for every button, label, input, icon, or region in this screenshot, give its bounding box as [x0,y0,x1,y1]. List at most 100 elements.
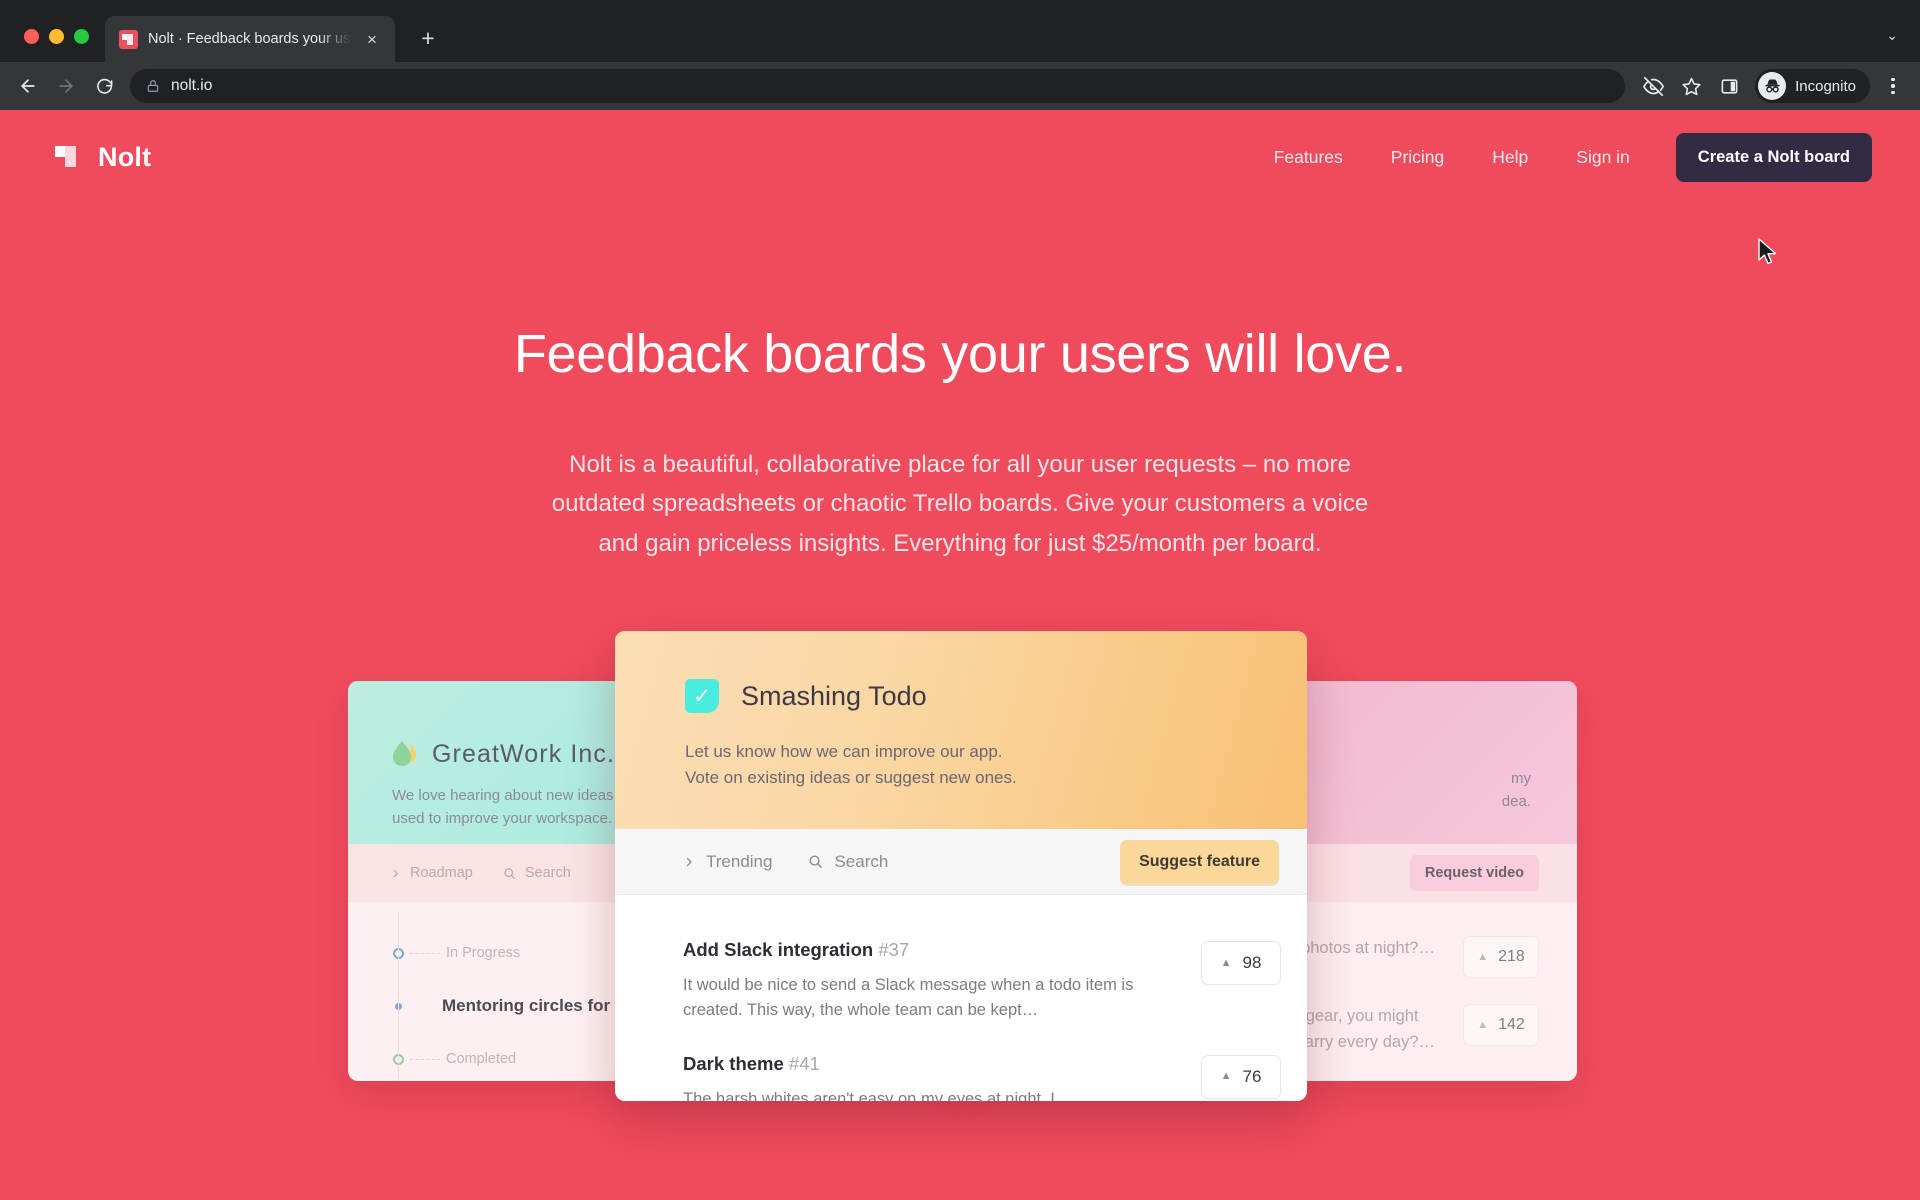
url-text: nolt.io [171,77,213,94]
feature-item-title: Dark theme #41 [683,1053,1177,1075]
sort-trending-label: Trending [706,851,773,871]
stage-label: In Progress [446,945,521,962]
request-video-button[interactable]: Request video [1409,855,1539,892]
side-panel-icon [1721,78,1738,94]
suggest-feature-button[interactable]: Suggest feature [1120,839,1279,884]
reload-icon [96,78,112,94]
feature-item-main: Add Slack integration #37 It would be ni… [683,939,1177,1023]
right-item-text-line2: carry every day?… [1296,1032,1435,1051]
center-desc-line1: Let us know how we can improve our app. [685,742,1003,762]
center-board-title: Smashing Todo [741,680,927,711]
left-board-title: GreatWork Inc. [432,739,616,768]
reload-button[interactable] [86,68,122,104]
center-search-label: Search [834,851,889,871]
feature-item-number: #41 [788,1052,820,1074]
upvote-caret-icon: ▲ [1477,950,1489,963]
site-logo[interactable]: Nolt [55,142,151,173]
brand-name: Nolt [98,142,152,172]
toolbar-actions: Incognito [1635,68,1908,104]
profile-chip[interactable]: Incognito [1755,69,1870,103]
browser-tab[interactable]: Nolt · Feedback boards your us × [105,16,395,62]
left-roadmap-filter[interactable]: Roadmap [390,865,473,881]
incognito-glyph-icon [1765,79,1780,93]
center-board-brand: ✓ Smashing Todo [685,679,1307,714]
center-desc-line2: Vote on existing ideas or suggest new on… [685,768,1017,788]
left-roadmap-label: Roadmap [410,865,473,882]
hero-section: Feedback boards your users will love. No… [0,205,1920,563]
right-vote-button[interactable]: ▲ 142 [1463,1004,1539,1047]
profile-label: Incognito [1795,77,1856,95]
forward-button[interactable] [48,68,84,104]
center-board-description: Let us know how we can improve our app. … [685,739,1307,792]
incognito-avatar-icon [1758,72,1787,100]
stage-dash [410,1058,440,1060]
stage-dash [410,952,440,954]
mouse-cursor [1758,238,1780,273]
feature-vote-button[interactable]: ▲ 76 [1201,1054,1281,1099]
window-controls [14,29,105,62]
browser-menu-button[interactable] [1878,77,1908,95]
feature-vote-count: 76 [1242,1066,1262,1086]
page-content: Nolt Features Pricing Help Sign in Creat… [0,110,1920,1200]
tab-search-button[interactable]: ⌄ [1886,28,1920,62]
right-vote-count: 218 [1498,948,1525,966]
check-badge-icon: ✓ [685,679,719,714]
new-tab-button[interactable]: + [411,22,445,56]
feature-title-text: Add Slack integration [683,939,874,961]
chevron-right-icon [393,869,398,877]
close-window-button[interactable] [24,29,39,44]
feature-item-main: Dark theme #41 The harsh whites aren't e… [683,1053,1177,1102]
feature-list-item[interactable]: Dark theme #41 The harsh whites aren't e… [683,1031,1281,1102]
upvote-caret-icon: ▲ [1220,1070,1232,1083]
timeline-item-label: Mentoring circles for coll [442,996,645,1016]
upvote-caret-icon: ▲ [1477,1018,1489,1031]
feature-vote-button[interactable]: ▲ 98 [1201,941,1281,986]
right-item-text-line1: t gear, you might [1296,1007,1419,1026]
right-vote-count: 142 [1498,1016,1525,1034]
chevron-right-icon [686,857,692,866]
hero-subheading: Nolt is a beautiful, collaborative place… [551,451,1369,557]
create-board-button[interactable]: Create a Nolt board [1675,133,1872,182]
center-board-list: Add Slack integration #37 It would be ni… [615,895,1307,1101]
kebab-dot [1891,77,1895,82]
browser-window: Nolt · Feedback boards your us × + ⌄ nol… [0,0,1920,1200]
feature-item-number: #37 [878,939,910,961]
lock-icon [147,80,159,92]
board-previews: GreatWork Inc. We love hearing about new… [0,631,1920,1102]
side-panel-button[interactable] [1711,68,1747,104]
feature-vote-count: 98 [1242,953,1262,973]
right-item-text: photos at night?… [1301,939,1435,958]
feature-item-description: The harsh whites aren't easy on my eyes … [683,1089,1055,1102]
search-icon [809,855,823,868]
sort-trending-filter[interactable]: Trending [683,852,772,872]
feature-title-text: Dark theme [683,1052,784,1074]
nav-item-pricing[interactable]: Pricing [1367,147,1469,168]
hero-heading: Feedback boards your users will love. [513,324,1407,384]
feature-item-title: Add Slack integration #37 [683,939,1177,961]
minimize-window-button[interactable] [49,29,64,44]
center-search-button[interactable]: Search [808,852,888,872]
nav-item-features[interactable]: Features [1250,147,1367,168]
back-button[interactable] [10,68,46,104]
forward-arrow-icon [59,79,73,93]
site-header: Nolt Features Pricing Help Sign in Creat… [0,110,1920,205]
left-search-label: Search [524,865,571,882]
maximize-window-button[interactable] [74,29,89,44]
tracking-protection-button[interactable] [1635,68,1671,104]
kebab-dot [1891,84,1895,88]
mouse-pointer-icon [1758,238,1777,265]
nolt-favicon-icon [119,29,138,49]
center-board-preview[interactable]: ✓ Smashing Todo Let us know how we can i… [615,631,1307,1102]
feature-list-item[interactable]: Add Slack integration #37 It would be ni… [683,917,1281,1031]
browser-toolbar: nolt.io Incognito [0,62,1920,110]
bookmark-button[interactable] [1673,68,1709,104]
center-board-header: ✓ Smashing Todo Let us know how we can i… [615,631,1307,830]
address-bar[interactable]: nolt.io [130,69,1626,103]
search-icon [504,867,515,879]
left-search-button[interactable]: Search [503,865,571,881]
nav-item-sign-in[interactable]: Sign in [1552,147,1654,168]
right-vote-button[interactable]: ▲ 218 [1463,936,1539,979]
nav-item-help[interactable]: Help [1468,147,1552,168]
leaf-drop-icon [392,739,418,769]
close-tab-button[interactable]: × [361,28,383,50]
